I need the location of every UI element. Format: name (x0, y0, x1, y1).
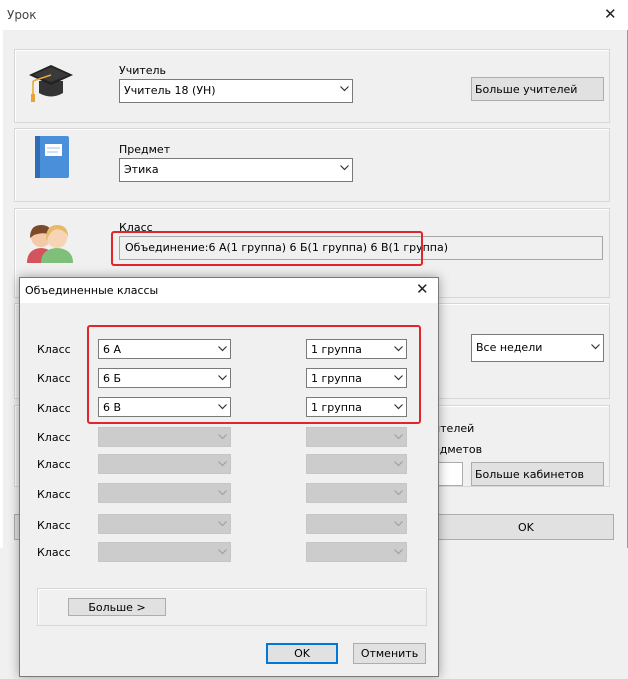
group-select-8 (306, 542, 407, 562)
class-row-label: Класс (37, 431, 71, 444)
chevron-down-icon (218, 521, 227, 529)
group-select-5 (306, 454, 407, 474)
close-icon[interactable]: ✕ (604, 7, 617, 22)
class-select-7[interactable] (98, 514, 231, 534)
class-row-label: Класс (37, 546, 71, 559)
graduation-cap-icon (27, 59, 75, 107)
group-select-value: 1 группа (311, 343, 362, 356)
chevron-down-icon (218, 490, 227, 498)
dialog-cancel-button[interactable]: Отменить (353, 643, 426, 664)
group-select-value: 1 группа (311, 372, 362, 385)
class-select-4[interactable] (98, 427, 231, 447)
class-select-3[interactable]: 6 В (98, 397, 231, 417)
class-row-label: Класс (37, 458, 71, 471)
chevron-down-icon (591, 344, 600, 352)
chevron-down-icon (218, 434, 227, 442)
teacher-label: Учитель (119, 64, 167, 77)
group-select-2[interactable]: 1 группа (306, 368, 407, 388)
chevron-down-icon (340, 165, 349, 173)
chevron-down-icon (394, 549, 403, 557)
subjects-partial-label: едметов (433, 443, 483, 456)
class-select-5[interactable] (98, 454, 231, 474)
teacher-select-value: Учитель 18 (УН) (124, 84, 216, 97)
class-select-value: 6 Б (103, 372, 122, 385)
chevron-down-icon (394, 461, 403, 469)
class-row-label: Класс (37, 402, 71, 415)
chevron-down-icon (218, 404, 227, 412)
close-icon[interactable]: ✕ (416, 282, 429, 297)
chevron-down-icon (218, 549, 227, 557)
students-icon (25, 219, 75, 265)
chevron-down-icon (394, 521, 403, 529)
class-select-6[interactable] (98, 483, 231, 503)
chevron-down-icon (394, 375, 403, 383)
class-select-value: 6 А (103, 343, 122, 356)
more-rooms-button[interactable]: Больше кабинетов (471, 462, 604, 486)
subject-select[interactable]: Этика (119, 158, 353, 182)
class-row-label: Класс (37, 372, 71, 385)
chevron-down-icon (394, 346, 403, 354)
chevron-down-icon (394, 490, 403, 498)
dialog-titlebar: Объединенные классы ✕ (20, 278, 438, 303)
teacher-panel: Учитель Учитель 18 (УН) Больше учителей (14, 49, 610, 123)
teachers-partial-label: ителей (433, 422, 475, 435)
chevron-down-icon (218, 375, 227, 383)
group-select-4 (306, 427, 407, 447)
subject-panel: Предмет Этика (14, 128, 610, 202)
group-select-6 (306, 483, 407, 503)
class-select-value: 6 В (103, 401, 122, 414)
chevron-down-icon (218, 461, 227, 469)
dialog-title: Объединенные классы (25, 284, 159, 297)
class-row-label: Класс (37, 519, 71, 532)
chevron-down-icon (218, 346, 227, 354)
subject-label: Предмет (119, 143, 171, 156)
class-select-1[interactable]: 6 А (98, 339, 231, 359)
more-group-box: Больше > (37, 588, 427, 626)
combined-classes-dialog: Объединенные классы ✕ Класс 6 А 1 группа… (19, 277, 439, 677)
class-row-label: Класс (37, 343, 71, 356)
teacher-select[interactable]: Учитель 18 (УН) (119, 79, 353, 103)
group-select-3[interactable]: 1 группа (306, 397, 407, 417)
weeks-select-value: Все недели (476, 341, 543, 354)
main-ok-label: OK (518, 521, 534, 534)
chevron-down-icon (394, 434, 403, 442)
window-title: Урок (7, 8, 37, 22)
class-select-8[interactable] (98, 542, 231, 562)
more-classes-button[interactable]: Больше > (68, 598, 166, 616)
subject-select-value: Этика (124, 163, 159, 176)
chevron-down-icon (340, 86, 349, 94)
class-highlight (111, 231, 423, 266)
chevron-down-icon (394, 404, 403, 412)
group-select-value: 1 группа (311, 401, 362, 414)
group-select-7 (306, 514, 407, 534)
group-select-1[interactable]: 1 группа (306, 339, 407, 359)
class-row-label: Класс (37, 488, 71, 501)
book-icon (33, 135, 71, 179)
dialog-ok-button[interactable]: OK (266, 643, 338, 664)
window-titlebar: Урок ✕ (0, 0, 628, 30)
class-select-2[interactable]: 6 Б (98, 368, 231, 388)
more-teachers-button[interactable]: Больше учителей (471, 77, 604, 101)
weeks-select[interactable]: Все недели (471, 334, 604, 362)
